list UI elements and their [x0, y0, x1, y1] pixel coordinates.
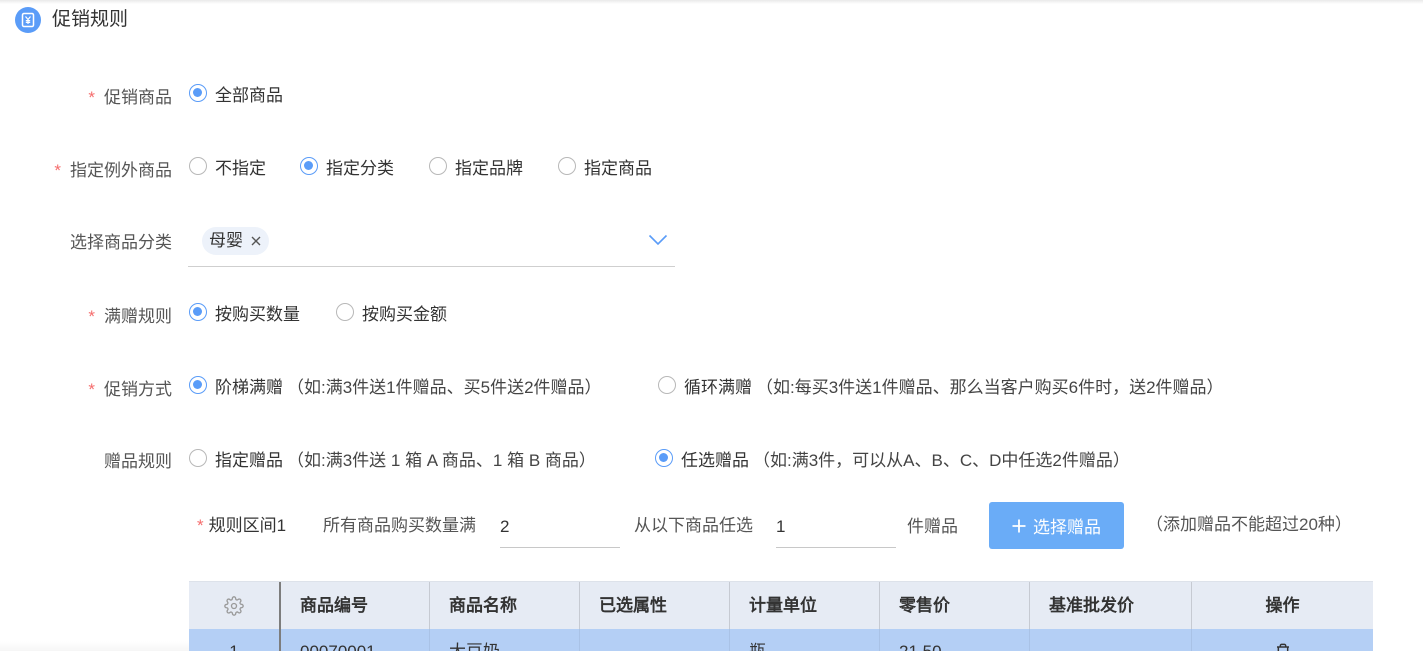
gift-type-label-text: 赠品规则 [104, 452, 172, 471]
gift-rule-label-text: 满赠规则 [104, 307, 172, 326]
row-name: 大豆奶 [429, 629, 579, 651]
trash-icon[interactable] [1275, 643, 1291, 651]
choose-qty-text: 从以下商品任选 [634, 516, 753, 535]
column-header-code[interactable]: 商品编号 [279, 582, 429, 629]
radio-circle[interactable] [300, 157, 318, 175]
choose-qty-input[interactable] [776, 507, 896, 548]
required-mark: * [88, 380, 95, 399]
required-mark: * [197, 516, 204, 535]
rule-interval-label-text: 规则区间1 [208, 516, 287, 535]
column-header-name[interactable]: 商品名称 [429, 582, 579, 629]
row-actions [1191, 629, 1373, 651]
gift-rule-label: * 满赠规则 [0, 305, 172, 329]
radio-exception-brand[interactable]: 指定品牌 [429, 154, 523, 178]
radio-label: 指定分类 [326, 158, 394, 178]
promotion-icon [15, 7, 41, 33]
radio-hint: （如:满3件送1件赠品、买5件送2件赠品） [287, 377, 602, 397]
category-select-label-text: 选择商品分类 [70, 233, 172, 252]
radio-hint: （如:满3件，可以从A、B、C、D中任选2件赠品） [753, 450, 1130, 470]
category-tag: 母婴 [202, 227, 269, 255]
column-header-wholesale-price[interactable]: 基准批发价 [1029, 582, 1191, 629]
radio-circle[interactable] [429, 157, 447, 175]
radio-all-goods[interactable]: 全部商品 [189, 81, 283, 105]
select-gift-button[interactable]: 选择赠品 [989, 502, 1124, 549]
exception-goods-label-text: 指定例外商品 [70, 161, 172, 180]
radio-label: 指定赠品 [215, 450, 283, 470]
row-code: 00070001 [279, 629, 429, 651]
promo-goods-label: * 促销商品 [0, 86, 172, 110]
promo-mode-label-text: 促销方式 [104, 380, 172, 399]
radio-circle[interactable] [189, 84, 207, 102]
radio-by-amount[interactable]: 按购买金额 [336, 300, 447, 324]
row-wholesale-price [1029, 629, 1191, 651]
radio-label: 任选赠品 [681, 450, 749, 470]
row-unit: 瓶 [729, 629, 879, 651]
gift-unit-text: 件赠品 [907, 517, 958, 536]
radio-circle[interactable] [189, 157, 207, 175]
promo-goods-label-text: 促销商品 [104, 88, 172, 107]
radio-circle[interactable] [336, 303, 354, 321]
radio-exception-category[interactable]: 指定分类 [300, 154, 394, 178]
radio-label: 按购买金额 [362, 304, 447, 324]
radio-optional-gift[interactable]: 任选赠品 （如:满3件，可以从A、B、C、D中任选2件赠品） [655, 446, 1130, 470]
column-header-retail-price[interactable]: 零售价 [879, 582, 1029, 629]
promotion-icon-glyph [21, 12, 35, 28]
radio-label: 循环满赠 [684, 377, 752, 397]
top-shadow [0, 0, 1423, 4]
radio-label: 全部商品 [215, 85, 283, 105]
promo-mode-label: * 促销方式 [0, 378, 172, 402]
radio-by-quantity[interactable]: 按购买数量 [189, 300, 300, 324]
row-retail-price: 21.50 [879, 629, 1029, 651]
gift-type-label: 赠品规则 [0, 450, 172, 474]
gift-limit-note: （添加赠品不能超过20种） [1146, 515, 1352, 534]
table-row[interactable]: 1 00070001 大豆奶 瓶 21.50 [189, 629, 1373, 651]
radio-circle[interactable] [189, 376, 207, 394]
radio-exception-goods[interactable]: 指定商品 [558, 154, 652, 178]
radio-circle[interactable] [655, 449, 673, 467]
bottom-shadow [0, 641, 189, 651]
plus-icon [1012, 519, 1026, 532]
column-header-unit[interactable]: 计量单位 [729, 582, 879, 629]
column-header-actions: 操作 [1191, 582, 1373, 629]
required-mark: * [54, 161, 61, 180]
row-index: 1 [189, 629, 279, 651]
radio-hint: （如:满3件送 1 箱 A 商品、1 箱 B 商品） [287, 450, 596, 470]
gear-icon[interactable] [224, 595, 244, 616]
required-mark: * [88, 88, 95, 107]
category-select-label: 选择商品分类 [0, 231, 172, 255]
category-select[interactable]: 母婴 [188, 220, 675, 267]
radio-hint: （如:每买3件送1件赠品、那么当客户购买6件时，送2件赠品） [756, 377, 1224, 397]
radio-no-exception[interactable]: 不指定 [189, 154, 266, 178]
table-settings-cell[interactable] [189, 582, 279, 629]
page-title: 促销规则 [52, 9, 129, 30]
radio-circle[interactable] [658, 376, 676, 394]
category-tag-label: 母婴 [209, 231, 243, 250]
radio-circle[interactable] [558, 157, 576, 175]
min-qty-input[interactable] [500, 507, 620, 548]
column-header-attrs[interactable]: 已选属性 [579, 582, 729, 629]
required-mark: * [88, 307, 95, 326]
rule-interval-label: * 规则区间1 [197, 514, 286, 538]
radio-circle[interactable] [189, 303, 207, 321]
radio-label: 指定品牌 [455, 158, 523, 178]
radio-circle[interactable] [189, 449, 207, 467]
radio-label: 按购买数量 [215, 304, 300, 324]
chevron-down-icon[interactable] [648, 234, 668, 246]
min-qty-text: 所有商品购买数量满 [323, 516, 476, 535]
close-icon[interactable] [251, 236, 261, 246]
row-attrs [579, 629, 729, 651]
radio-tiered-gift[interactable]: 阶梯满赠 （如:满3件送1件赠品、买5件送2件赠品） [189, 373, 602, 397]
select-gift-button-label: 选择赠品 [1033, 518, 1101, 537]
radio-cyclic-gift[interactable]: 循环满赠 （如:每买3件送1件赠品、那么当客户购买6件时，送2件赠品） [658, 373, 1224, 397]
radio-label: 不指定 [215, 158, 266, 178]
radio-specified-gift[interactable]: 指定赠品 （如:满3件送 1 箱 A 商品、1 箱 B 商品） [189, 446, 596, 470]
gift-table-header: 商品编号 商品名称 已选属性 计量单位 零售价 基准批发价 操作 [189, 581, 1373, 629]
radio-label: 阶梯满赠 [215, 377, 283, 397]
radio-label: 指定商品 [584, 158, 652, 178]
exception-goods-label: * 指定例外商品 [0, 159, 172, 183]
